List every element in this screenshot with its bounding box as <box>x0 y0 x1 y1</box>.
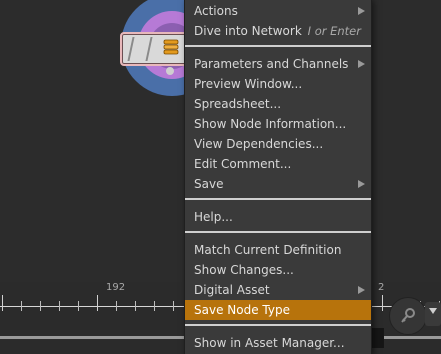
network-view[interactable]: 192 2 Actions Dive into Network I or Ente… <box>0 0 441 354</box>
timeline-tick <box>135 301 136 311</box>
menu-item-edit-comment[interactable]: Edit Comment... <box>185 154 371 174</box>
submenu-arrow-icon <box>358 7 365 15</box>
node-flag-stripe <box>127 37 135 61</box>
menu-item-digital-asset[interactable]: Digital Asset <box>185 280 371 300</box>
menu-item-dive-into-network[interactable]: Dive into Network I or Enter <box>185 21 371 41</box>
menu-item-view-dependencies[interactable]: View Dependencies... <box>185 134 371 154</box>
timeline-tick <box>59 301 60 311</box>
node-output-connector[interactable] <box>166 67 174 75</box>
submenu-arrow-icon <box>358 60 365 68</box>
timeline-tick <box>2 295 3 311</box>
menu-item-show-node-information[interactable]: Show Node Information... <box>185 114 371 134</box>
menu-separator <box>185 198 371 200</box>
shortcut-text: I or Enter <box>307 24 361 38</box>
menu-item-help[interactable]: Help... <box>185 207 371 227</box>
keyframe-dropdown-button[interactable] <box>425 302 441 326</box>
timeline-tick <box>40 301 41 311</box>
menu-separator <box>185 45 371 47</box>
timeline-tick <box>21 301 22 311</box>
menu-item-actions[interactable]: Actions <box>185 1 371 21</box>
chevron-down-icon <box>429 308 437 314</box>
key-icon <box>401 308 415 323</box>
timeline-tick <box>154 301 155 311</box>
timeline-tick <box>97 295 98 311</box>
keyframe-button[interactable] <box>389 297 427 335</box>
menu-item-show-in-asset-manager[interactable]: Show in Asset Manager... <box>185 333 371 353</box>
timeline-tick <box>382 295 383 311</box>
submenu-arrow-icon <box>358 286 365 294</box>
frame-label: 2 <box>378 282 385 293</box>
timeline-tick <box>116 301 117 311</box>
timeline-tick <box>173 301 174 311</box>
menu-item-show-changes[interactable]: Show Changes... <box>185 260 371 280</box>
stack-icon <box>163 39 179 55</box>
submenu-arrow-icon <box>358 180 365 188</box>
menu-item-parameters-and-channels[interactable]: Parameters and Channels <box>185 54 371 74</box>
menu-item-match-current-definition[interactable]: Match Current Definition <box>185 240 371 260</box>
menu-separator <box>185 231 371 233</box>
menu-item-save[interactable]: Save <box>185 174 371 194</box>
frame-label: 192 <box>106 282 126 293</box>
timeline-tick <box>78 301 79 311</box>
timeline-scroll-handle[interactable] <box>372 328 384 348</box>
menu-item-save-node-type[interactable]: Save Node Type <box>185 300 371 320</box>
menu-item-preview-window[interactable]: Preview Window... <box>185 74 371 94</box>
node-flag-stripe <box>145 37 153 61</box>
menu-item-spreadsheet[interactable]: Spreadsheet... <box>185 94 371 114</box>
context-menu: Actions Dive into Network I or Enter Para… <box>184 0 372 354</box>
menu-separator <box>185 324 371 326</box>
